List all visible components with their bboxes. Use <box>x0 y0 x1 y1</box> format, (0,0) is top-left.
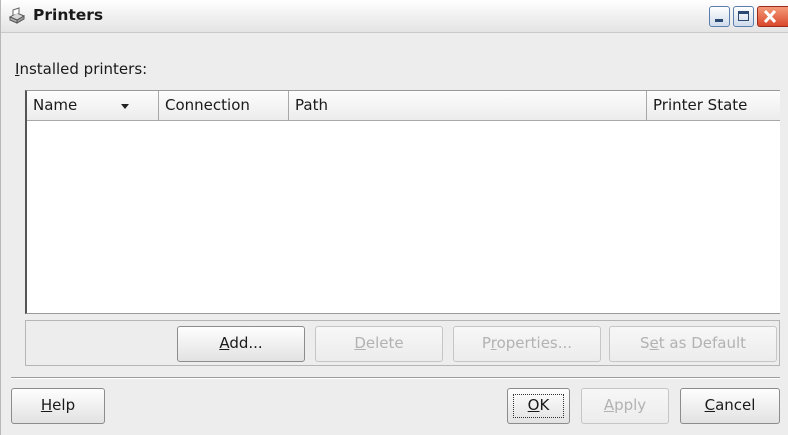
printers-list[interactable]: Name Connection Path Printer State <box>25 90 780 314</box>
column-header-name[interactable]: Name <box>27 91 159 121</box>
add-button[interactable]: Add... <box>177 326 305 362</box>
cancel-label: ancel <box>715 396 756 414</box>
column-header-connection-label: Connection <box>165 96 250 114</box>
cancel-mnemonic: C <box>704 396 716 414</box>
delete-label: elete <box>365 334 404 352</box>
sort-descending-icon <box>121 104 129 109</box>
delete-button[interactable]: Delete <box>315 326 443 362</box>
minimize-icon <box>715 19 723 22</box>
apply-mnemonic: A <box>603 396 615 414</box>
divider <box>11 377 780 379</box>
properties-label: operties... <box>496 334 573 352</box>
apply-button[interactable]: Apply <box>581 388 669 424</box>
add-label: dd... <box>229 334 263 352</box>
set-as-default-button[interactable]: Set as Default <box>609 326 777 362</box>
column-header-name-label: Name <box>33 96 78 114</box>
cancel-button[interactable]: Cancel <box>680 388 780 424</box>
minimize-button[interactable] <box>709 6 730 27</box>
maximize-button[interactable] <box>733 6 754 27</box>
help-button[interactable]: Help <box>11 388 105 424</box>
apply-label: pply <box>614 396 647 414</box>
printer-icon <box>8 7 26 24</box>
printer-actions-bar: Add... Delete Properties... Set as Defau… <box>25 320 780 366</box>
add-mnemonic: A <box>219 334 230 352</box>
label-text: nstalled printers: <box>19 60 148 78</box>
close-icon <box>763 9 777 24</box>
title-bar[interactable]: Printers <box>1 0 788 33</box>
help-label: elp <box>52 396 76 414</box>
properties-prefix: P <box>481 334 491 352</box>
column-header-printer-state-label: Printer State <box>653 96 748 114</box>
ok-button[interactable]: OK <box>507 388 570 424</box>
printers-dialog: Printers Installed printers: Name Connec… <box>0 0 788 435</box>
set-default-mnemonic: e <box>649 334 659 352</box>
column-header-connection[interactable]: Connection <box>159 91 289 121</box>
properties-button[interactable]: Properties... <box>453 326 601 362</box>
focus-ring <box>513 394 564 418</box>
installed-printers-label: Installed printers: <box>15 60 147 78</box>
maximize-icon <box>738 11 749 21</box>
column-header-path[interactable]: Path <box>289 91 647 121</box>
column-header-path-label: Path <box>295 96 328 114</box>
delete-mnemonic: D <box>354 334 366 352</box>
set-default-label: t as Default <box>658 334 746 352</box>
column-header-printer-state[interactable]: Printer State <box>647 91 780 121</box>
close-button[interactable] <box>757 6 788 27</box>
set-default-prefix: S <box>640 334 650 352</box>
help-mnemonic: H <box>40 396 53 414</box>
window-title: Printers <box>33 6 104 24</box>
printers-list-body[interactable] <box>27 121 780 313</box>
